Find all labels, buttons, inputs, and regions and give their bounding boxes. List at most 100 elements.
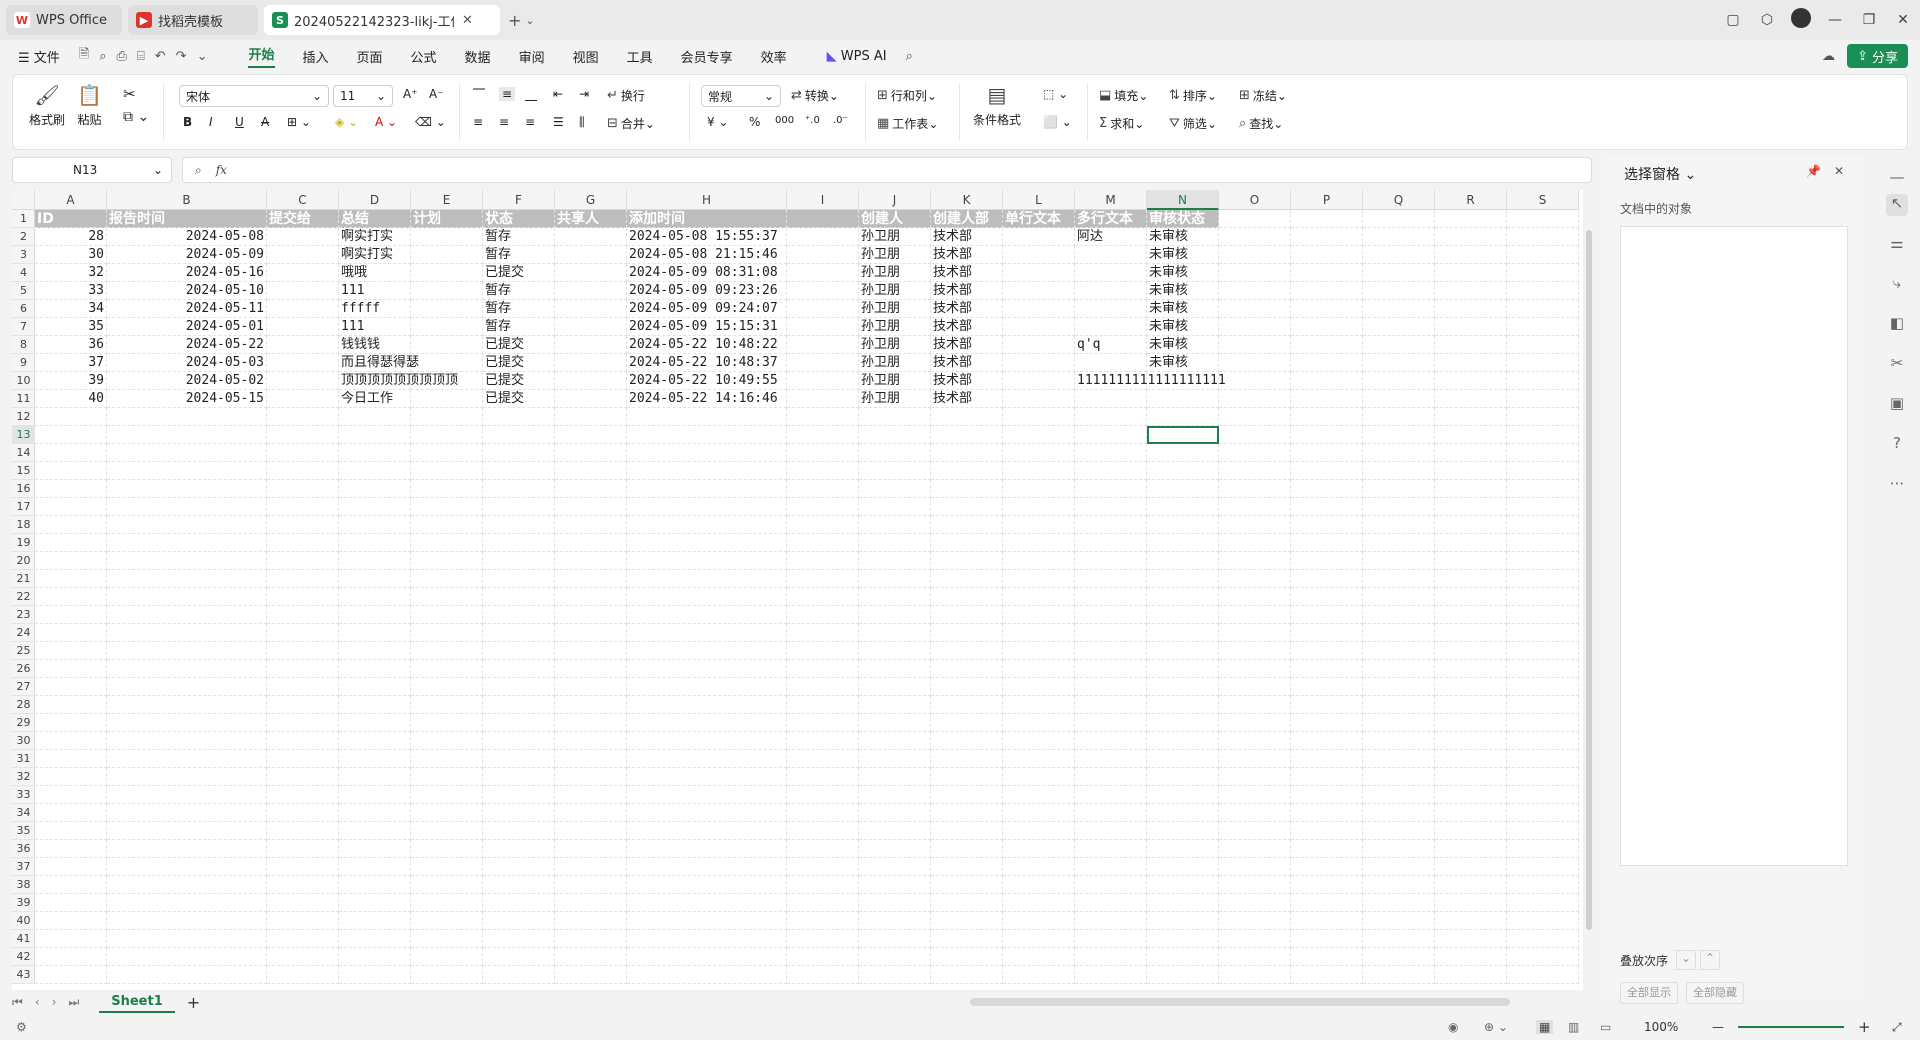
row-header-12[interactable]: 12 bbox=[12, 408, 35, 426]
table-cell[interactable] bbox=[1075, 930, 1147, 948]
table-cell[interactable] bbox=[931, 894, 1003, 912]
table-cell[interactable] bbox=[787, 948, 859, 966]
table-cell[interactable] bbox=[339, 480, 411, 498]
table-cell[interactable] bbox=[1291, 714, 1363, 732]
table-cell[interactable] bbox=[1147, 552, 1219, 570]
table-cell[interactable] bbox=[411, 462, 483, 480]
table-cell[interactable] bbox=[267, 300, 339, 318]
table-cell[interactable] bbox=[627, 894, 787, 912]
row-header-42[interactable]: 42 bbox=[12, 948, 35, 966]
select-all-corner[interactable] bbox=[12, 190, 35, 210]
row-header-9[interactable]: 9 bbox=[12, 354, 35, 372]
table-cell[interactable] bbox=[483, 840, 555, 858]
book-icon[interactable]: ▣ bbox=[1886, 394, 1908, 416]
table-cell[interactable] bbox=[1435, 912, 1507, 930]
table-cell[interactable] bbox=[411, 498, 483, 516]
table-cell[interactable] bbox=[859, 516, 931, 534]
table-cell[interactable] bbox=[107, 876, 267, 894]
table-cell[interactable] bbox=[1435, 786, 1507, 804]
table-cell[interactable]: 孙卫朋 bbox=[859, 354, 931, 372]
table-cell[interactable] bbox=[1147, 840, 1219, 858]
table-cell[interactable] bbox=[1147, 804, 1219, 822]
table-cell[interactable] bbox=[555, 462, 627, 480]
table-cell[interactable] bbox=[267, 840, 339, 858]
table-cell[interactable]: 2024-05-01 bbox=[107, 318, 267, 336]
table-cell[interactable] bbox=[1435, 444, 1507, 462]
table-cell[interactable] bbox=[859, 714, 931, 732]
table-cell[interactable]: 2024-05-08 15:55:37 bbox=[627, 228, 787, 246]
table-cell[interactable] bbox=[35, 642, 107, 660]
table-cell[interactable] bbox=[555, 660, 627, 678]
table-cell[interactable] bbox=[787, 912, 859, 930]
table-cell[interactable] bbox=[1219, 858, 1291, 876]
table-cell[interactable] bbox=[787, 336, 859, 354]
table-cell[interactable]: 36 bbox=[35, 336, 107, 354]
sort-button[interactable]: ⇅ 排序 ⌄ bbox=[1169, 87, 1217, 104]
table-cell[interactable] bbox=[1507, 426, 1579, 444]
table-cell[interactable] bbox=[555, 750, 627, 768]
table-cell[interactable] bbox=[107, 696, 267, 714]
table-cell[interactable]: 35 bbox=[35, 318, 107, 336]
table-cell[interactable]: fffff bbox=[339, 300, 411, 318]
table-cell[interactable] bbox=[1147, 822, 1219, 840]
row-header-35[interactable]: 35 bbox=[12, 822, 35, 840]
table-cell[interactable]: 孙卫朋 bbox=[859, 336, 931, 354]
table-cell[interactable] bbox=[1435, 246, 1507, 264]
bold-icon[interactable]: B bbox=[183, 115, 192, 129]
table-cell[interactable] bbox=[787, 282, 859, 300]
table-cell[interactable]: 暂存 bbox=[483, 246, 555, 264]
table-cell[interactable] bbox=[1075, 912, 1147, 930]
table-cell[interactable] bbox=[555, 390, 627, 408]
table-cell[interactable] bbox=[267, 372, 339, 390]
table-cell[interactable] bbox=[1507, 714, 1579, 732]
table-cell[interactable] bbox=[931, 570, 1003, 588]
table-cell[interactable] bbox=[1147, 516, 1219, 534]
table-cell[interactable] bbox=[35, 678, 107, 696]
table-cell[interactable] bbox=[483, 714, 555, 732]
header-cell[interactable]: 审核状态 bbox=[1147, 210, 1219, 228]
table-cell[interactable] bbox=[787, 696, 859, 714]
table-cell[interactable] bbox=[107, 588, 267, 606]
table-cell[interactable] bbox=[35, 732, 107, 750]
print-icon[interactable]: ⎙ bbox=[117, 49, 127, 64]
table-cell[interactable] bbox=[1003, 426, 1075, 444]
table-cell[interactable] bbox=[1075, 300, 1147, 318]
table-cell[interactable] bbox=[1507, 732, 1579, 750]
table-cell[interactable] bbox=[859, 930, 931, 948]
table-cell[interactable] bbox=[627, 750, 787, 768]
table-cell[interactable]: 28 bbox=[35, 228, 107, 246]
table-cell[interactable] bbox=[787, 390, 859, 408]
table-cell[interactable] bbox=[555, 696, 627, 714]
tab-docer-templates[interactable]: ▶ 找稻壳模板 bbox=[128, 5, 258, 35]
table-cell[interactable] bbox=[1435, 642, 1507, 660]
table-cell[interactable]: 哦哦 bbox=[339, 264, 411, 282]
header-cell[interactable]: 提交给 bbox=[267, 210, 339, 228]
table-cell[interactable] bbox=[1435, 408, 1507, 426]
table-cell[interactable] bbox=[1219, 570, 1291, 588]
table-cell[interactable] bbox=[1219, 426, 1291, 444]
new-tab-plus-icon[interactable]: + bbox=[508, 11, 521, 30]
table-cell[interactable] bbox=[1363, 696, 1435, 714]
column-header-E[interactable]: E bbox=[411, 190, 483, 210]
table-cell[interactable] bbox=[1363, 624, 1435, 642]
table-cell[interactable] bbox=[1507, 282, 1579, 300]
table-cell[interactable] bbox=[1507, 552, 1579, 570]
table-cell[interactable] bbox=[1291, 732, 1363, 750]
table-cell[interactable]: 未审核 bbox=[1147, 264, 1219, 282]
align-center-icon[interactable]: ≡ bbox=[499, 115, 509, 129]
table-cell[interactable] bbox=[1435, 732, 1507, 750]
table-cell[interactable] bbox=[555, 444, 627, 462]
table-cell[interactable] bbox=[107, 516, 267, 534]
table-cell[interactable] bbox=[1003, 750, 1075, 768]
italic-icon[interactable]: I bbox=[209, 115, 213, 129]
table-cell[interactable] bbox=[1219, 750, 1291, 768]
table-cell[interactable] bbox=[1291, 462, 1363, 480]
table-cell[interactable] bbox=[859, 498, 931, 516]
table-cell[interactable] bbox=[35, 714, 107, 732]
table-cell[interactable] bbox=[1219, 642, 1291, 660]
table-cell[interactable] bbox=[859, 408, 931, 426]
table-cell[interactable] bbox=[483, 786, 555, 804]
table-cell[interactable] bbox=[1075, 570, 1147, 588]
table-cell[interactable] bbox=[1507, 786, 1579, 804]
name-box[interactable]: N13 ⌄ bbox=[12, 157, 172, 183]
